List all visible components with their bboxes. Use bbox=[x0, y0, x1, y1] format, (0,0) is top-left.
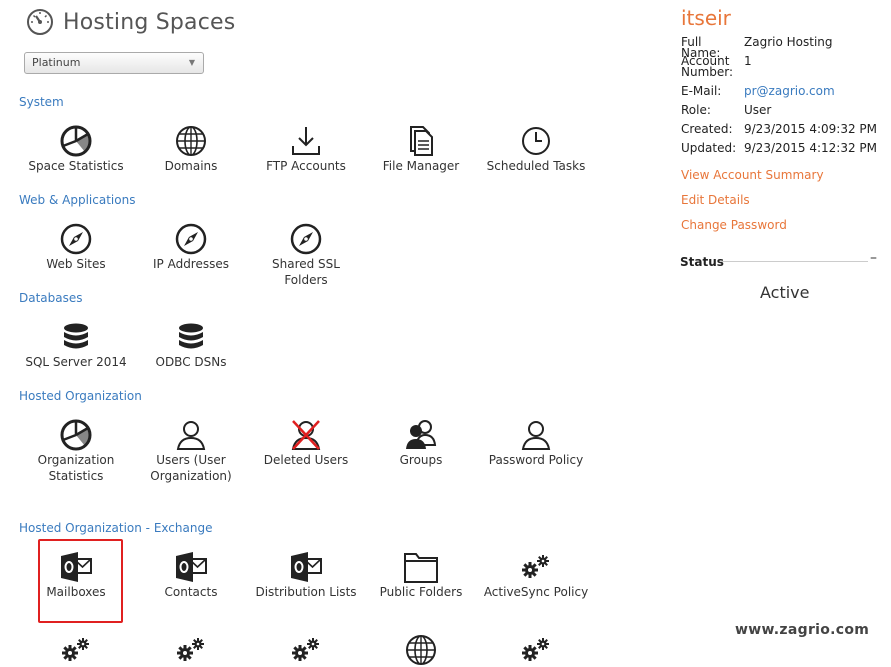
tile-distribution-lists[interactable]: Distribution Lists bbox=[251, 550, 361, 600]
status-title: Status bbox=[680, 255, 724, 269]
tile-label: FTP Accounts bbox=[266, 159, 346, 173]
tile-label: Organization bbox=[37, 453, 115, 467]
role-value: User bbox=[744, 103, 772, 117]
globe-icon bbox=[174, 124, 208, 158]
clock-icon bbox=[519, 124, 553, 158]
hosting-space-select[interactable]: Platinum ▼ bbox=[24, 52, 204, 74]
gears-icon bbox=[59, 633, 93, 667]
tile-label: File Manager bbox=[382, 159, 460, 173]
status-collapse-toggle[interactable]: – bbox=[870, 250, 877, 266]
gauge-icon bbox=[26, 8, 54, 36]
section-title-web-applications[interactable]: Web & Applications bbox=[19, 193, 135, 207]
section-title-hosted-organization[interactable]: Hosted Organization bbox=[19, 389, 142, 403]
folder-icon bbox=[404, 550, 438, 584]
tile-organization-statistics[interactable]: Organization Statistics bbox=[21, 418, 131, 484]
outlook-icon bbox=[174, 550, 208, 584]
tile-label: Public Folders bbox=[379, 585, 463, 599]
status-divider bbox=[720, 261, 868, 262]
tile-label: Web Sites bbox=[46, 257, 106, 271]
documents-icon bbox=[404, 124, 438, 158]
updated-label: Updated: bbox=[681, 141, 737, 155]
tile-ip-addresses[interactable]: IP Addresses bbox=[136, 222, 246, 272]
account-number-label: Account Number: bbox=[681, 54, 734, 79]
tile-groups[interactable]: Groups bbox=[366, 418, 476, 468]
database-icon bbox=[174, 320, 208, 354]
gears-icon bbox=[289, 633, 323, 667]
edit-details-link[interactable]: Edit Details bbox=[681, 193, 750, 207]
account-username: itseir bbox=[681, 6, 731, 30]
pie-chart-icon bbox=[59, 418, 93, 452]
tile-label: ActiveSync Policy bbox=[483, 585, 589, 599]
tile-label-line2: Organization) bbox=[150, 469, 232, 483]
tile-label: Distribution Lists bbox=[255, 585, 357, 599]
user-icon bbox=[174, 418, 208, 452]
tile-contacts[interactable]: Contacts bbox=[136, 550, 246, 600]
email-label: E-Mail: bbox=[681, 84, 722, 98]
tile-label: Groups bbox=[399, 453, 443, 467]
change-password-link[interactable]: Change Password bbox=[681, 218, 787, 232]
role-label: Role: bbox=[681, 103, 711, 117]
database-icon bbox=[59, 320, 93, 354]
section-title-hosted-organization-exchange[interactable]: Hosted Organization - Exchange bbox=[19, 521, 212, 535]
tile-deleted-users[interactable]: Deleted Users bbox=[251, 418, 361, 468]
section-title-databases[interactable]: Databases bbox=[19, 291, 83, 305]
tile-label: Contacts bbox=[164, 585, 218, 599]
tile-space-statistics[interactable]: Space Statistics bbox=[21, 124, 131, 174]
full-name-value: Zagrio Hosting bbox=[744, 35, 833, 49]
tile-label: Scheduled Tasks bbox=[486, 159, 586, 173]
tile-shared-ssl-folders[interactable]: Shared SSL Folders bbox=[251, 222, 361, 288]
tile-activesync-policy[interactable]: ActiveSync Policy bbox=[481, 550, 591, 600]
gears-icon bbox=[174, 633, 208, 667]
tile-scheduled-tasks[interactable]: Scheduled Tasks bbox=[481, 124, 591, 174]
tile-label: IP Addresses bbox=[152, 257, 229, 271]
tile-label: Users (User bbox=[156, 453, 226, 467]
tile-label: Deleted Users bbox=[263, 453, 349, 467]
page-header: Hosting Spaces bbox=[26, 8, 235, 36]
compass-icon bbox=[289, 222, 323, 256]
tile-odbc-dsns[interactable]: ODBC DSNs bbox=[136, 320, 246, 370]
updated-value: 9/23/2015 4:12:32 PM bbox=[744, 141, 878, 155]
tile-password-policy[interactable]: Password Policy bbox=[481, 418, 591, 468]
view-account-summary-link[interactable]: View Account Summary bbox=[681, 168, 824, 182]
tile-label: SQL Server 2014 bbox=[25, 355, 127, 369]
created-value: 9/23/2015 4:09:32 PM bbox=[744, 122, 878, 136]
tile-label: Shared SSL Folders bbox=[272, 257, 340, 287]
watermark: www.zagrio.com bbox=[735, 622, 870, 638]
tile-label: Password Policy bbox=[488, 453, 584, 467]
pie-chart-icon bbox=[59, 124, 93, 158]
compass-icon bbox=[59, 222, 93, 256]
mailboxes-highlight-box bbox=[38, 539, 123, 623]
tile-file-manager[interactable]: File Manager bbox=[366, 124, 476, 174]
account-number-value: 1 bbox=[744, 54, 752, 68]
globe-icon bbox=[404, 633, 438, 667]
status-value: Active bbox=[760, 283, 810, 302]
group-icon bbox=[404, 418, 438, 452]
caret-down-icon: ▼ bbox=[188, 58, 195, 67]
tile-label-line2: Statistics bbox=[48, 469, 104, 483]
section-title-system[interactable]: System bbox=[19, 95, 64, 109]
compass-icon bbox=[174, 222, 208, 256]
user-icon bbox=[519, 418, 553, 452]
tile-label: ODBC DSNs bbox=[155, 355, 227, 369]
tile-ftp-accounts[interactable]: FTP Accounts bbox=[251, 124, 361, 174]
download-icon bbox=[289, 124, 323, 158]
tile-label: Domains bbox=[164, 159, 218, 173]
tile-users[interactable]: Users (User Organization) bbox=[136, 418, 246, 484]
outlook-icon bbox=[289, 550, 323, 584]
tile-label: Space Statistics bbox=[28, 159, 124, 173]
tile-sql-server-2014[interactable]: SQL Server 2014 bbox=[21, 320, 131, 370]
page-title: Hosting Spaces bbox=[63, 9, 236, 35]
tile-public-folders[interactable]: Public Folders bbox=[366, 550, 476, 600]
created-label: Created: bbox=[681, 122, 733, 136]
tile-domains[interactable]: Domains bbox=[136, 124, 246, 174]
gears-icon bbox=[519, 633, 553, 667]
tile-web-sites[interactable]: Web Sites bbox=[21, 222, 131, 272]
deleted-user-icon bbox=[289, 420, 323, 452]
hosting-space-select-value: Platinum bbox=[32, 56, 81, 69]
gears-icon bbox=[519, 550, 553, 584]
email-link[interactable]: pr@zagrio.com bbox=[744, 84, 835, 98]
